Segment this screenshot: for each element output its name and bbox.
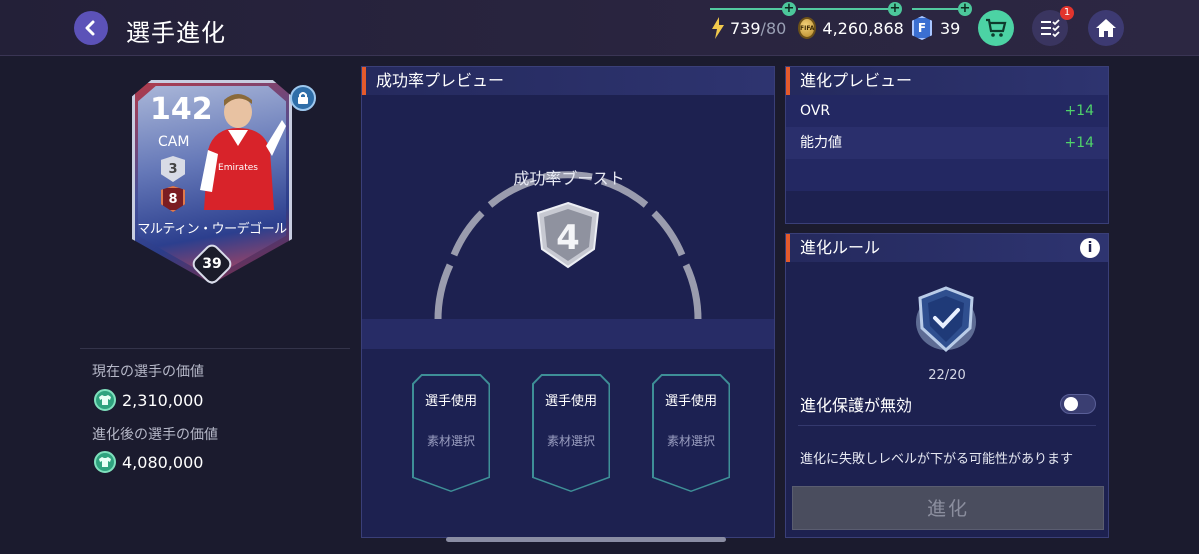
slot-subtitle: 素材選択 (666, 434, 715, 448)
tasks-button[interactable]: 1 (1032, 6, 1074, 46)
chevron-left-icon (85, 20, 95, 36)
slot-subtitle: 素材選択 (546, 434, 595, 448)
checklist-icon (1041, 19, 1060, 38)
coin-icon: FIFA (798, 17, 817, 39)
evo-row-label: 能力値 (800, 135, 842, 151)
evolution-preview-header: 進化プレビュー (786, 67, 1108, 95)
card-ovr: 142 (150, 92, 213, 127)
energy-max: /80 (760, 18, 787, 38)
current-value: 2,310,000 (122, 390, 204, 410)
protection-label: 進化保護が無効 (800, 396, 913, 415)
after-value-row: 4,080,000 (94, 451, 203, 473)
cart-icon (986, 18, 1007, 37)
success-rate-header: 成功率プレビュー (362, 67, 774, 95)
slot-title: 選手使用 (424, 394, 477, 409)
evo-row-stats: 能力値 +14 (786, 127, 1108, 159)
fc-points-counter[interactable]: + F 39 (912, 0, 972, 56)
evolution-rules-header: 進化ルール (786, 234, 1108, 262)
slot-title: 選手使用 (664, 394, 717, 409)
info-icon[interactable]: i (1080, 238, 1100, 258)
fc-points-icon: F (912, 16, 932, 40)
home-icon (1096, 19, 1116, 37)
divider (798, 425, 1096, 426)
boost-title: 成功率ブースト (513, 169, 625, 188)
fc-points-bar (912, 8, 962, 10)
energy-counter[interactable]: + 739/80 (710, 0, 796, 56)
evo-row-value: +14 (1064, 135, 1094, 151)
notification-badge: 1 (1060, 6, 1074, 20)
slot-subtitle: 素材選択 (426, 434, 475, 448)
protection-count: 22/20 (928, 368, 966, 383)
coin-bar (798, 8, 894, 10)
material-slot-2[interactable]: 選手使用 素材選択 (532, 374, 610, 492)
fc-points-value: 39 (940, 18, 961, 38)
boost-level: 4 (556, 218, 580, 258)
evo-row-value: +14 (1064, 103, 1094, 119)
current-value-label: 現在の選手の価値 (92, 364, 204, 380)
horizontal-scrollbar[interactable] (446, 537, 726, 542)
lightning-icon (712, 17, 724, 39)
evolution-preview-panel: 進化プレビュー OVR +14 能力値 +14 (785, 66, 1109, 224)
top-bar: 選手進化 + 739/80 + FIFA 4,260,868 + F 39 1 (0, 0, 1199, 56)
lock-icon[interactable] (290, 85, 316, 111)
evo-row-ovr: OVR +14 (786, 95, 1108, 127)
after-value-label: 進化後の選手の価値 (92, 427, 218, 443)
add-energy-button[interactable]: + (782, 2, 796, 16)
home-button[interactable] (1088, 10, 1124, 46)
shirt-icon (94, 451, 116, 473)
protection-toggle[interactable] (1060, 394, 1096, 414)
energy-current: 739 (730, 18, 761, 38)
shirt-icon (94, 389, 116, 411)
coin-counter[interactable]: + FIFA 4,260,868 (798, 0, 904, 56)
after-value: 4,080,000 (122, 452, 204, 472)
shop-button[interactable] (978, 10, 1014, 46)
failure-note: 進化に失敗しレベルが下がる可能性があります (800, 452, 1074, 467)
toggle-knob (1064, 397, 1078, 411)
boost-shield-icon: 4 (536, 201, 600, 269)
add-coins-button[interactable]: + (888, 2, 902, 16)
page-title: 選手進化 (126, 19, 226, 47)
player-card[interactable]: Emirates 142 CAM 3 8 マルティン・ウーデゴール 39 (132, 80, 294, 287)
evolve-button[interactable]: 進化 (792, 486, 1104, 530)
back-button[interactable] (74, 11, 108, 45)
energy-bar (710, 8, 784, 10)
svg-text:Emirates: Emirates (218, 163, 258, 173)
material-slot-3[interactable]: 選手使用 素材選択 (652, 374, 730, 492)
padlock-glyph (298, 92, 308, 104)
current-value-row: 2,310,000 (94, 389, 203, 411)
divider (80, 348, 350, 349)
slot-title: 選手使用 (544, 394, 597, 409)
card-position: CAM (158, 134, 190, 150)
add-fc-points-button[interactable]: + (958, 2, 972, 16)
coin-value: 4,260,868 (822, 18, 904, 38)
evo-row-label: OVR (800, 103, 831, 119)
success-rate-panel: 成功率プレビュー 成功率ブースト 4 選手使用 素材選択 選手使用 素材選択 選… (361, 66, 775, 538)
material-slot-1[interactable]: 選手使用 素材選択 (412, 374, 490, 492)
evo-row-empty (786, 159, 1108, 191)
divider-band (362, 319, 774, 349)
evolution-rules-panel: 進化ルール i 22/20 進化保護が無効 進化に失敗しレベルが下がる可能性があ… (785, 233, 1109, 538)
player-name: マルティン・ウーデゴール (137, 222, 287, 237)
protection-shield-icon (916, 286, 976, 353)
card-number: 39 (202, 256, 222, 272)
